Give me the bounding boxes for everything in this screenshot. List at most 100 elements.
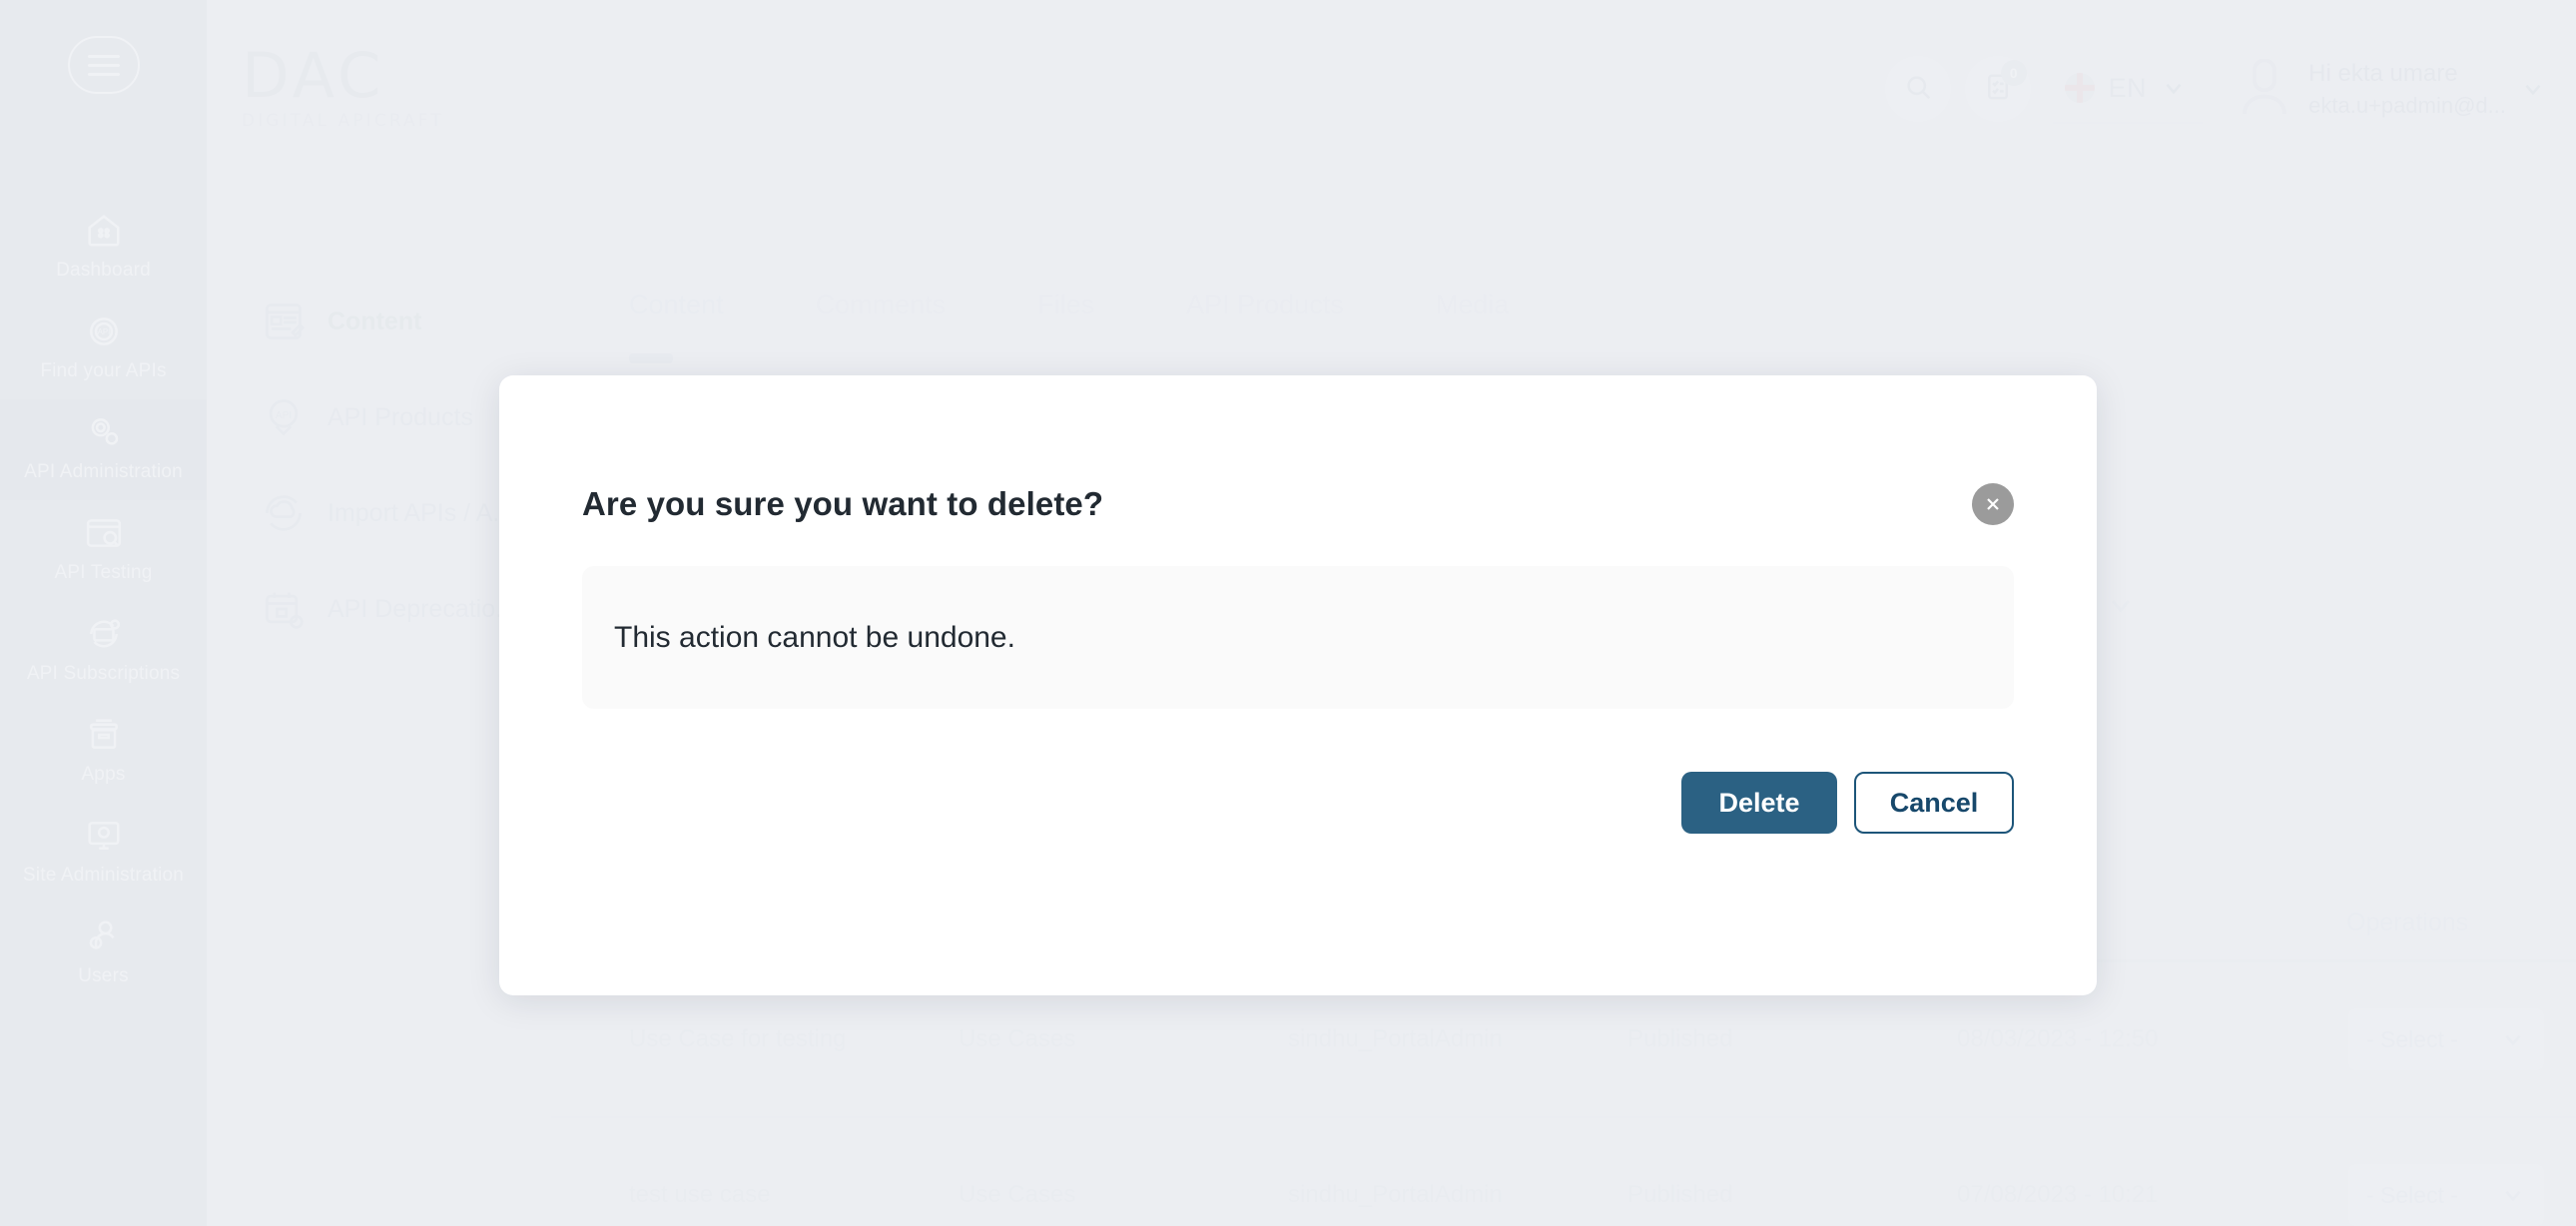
sidebar-item-api-subscriptions[interactable]: API Subscriptions — [0, 601, 207, 702]
sidebar-item-api-administration[interactable]: API Administration — [0, 399, 207, 500]
language-selector[interactable]: EN — [2052, 54, 2204, 124]
api-deprecation-calendar-icon — [262, 587, 306, 631]
cell-status: Published — [1627, 1181, 1733, 1208]
cell-author: sindhu_PortalAdmin — [1288, 1181, 1503, 1208]
api-testing-magnifier-icon — [83, 514, 125, 552]
cell-updated: 07/08/2023 - 10:21 — [1957, 1181, 2159, 1208]
dialog-message: This action cannot be undone. — [614, 620, 1015, 654]
svg-text:API: API — [97, 327, 110, 336]
row-operations-value: - Select - — [2366, 1181, 2459, 1208]
cell-operations: - Select - — [2346, 1006, 2576, 1072]
tasks-button[interactable]: 0 — [1964, 56, 2031, 122]
sidebar-item-label: Find your APIs — [40, 360, 167, 381]
api-admin-gears-icon — [83, 413, 125, 451]
tab-label: Files — [1037, 290, 1095, 319]
cell-content-type: Use Cases — [959, 1181, 1076, 1208]
brand-logo-subtitle: DIGITAL APICRAFT — [242, 111, 444, 131]
sidebar-item-api-testing[interactable]: API Testing — [0, 500, 207, 601]
close-x-icon — [1987, 498, 1999, 510]
subnav-item-label: API Deprecatio... — [327, 594, 516, 623]
hamburger-menu-icon[interactable] — [67, 36, 140, 94]
primary-sidebar: Dashboard API Find your APIs API Adminis… — [0, 0, 207, 1226]
tab-files[interactable]: Files — [991, 290, 1140, 353]
svg-text:API: API — [276, 410, 292, 421]
sidebar-item-label: API Administration — [24, 461, 183, 482]
sidebar-item-label: API Testing — [54, 562, 153, 583]
chevron-down-icon — [2111, 599, 2131, 613]
dialog-actions: Delete Cancel — [582, 772, 2014, 834]
cell-status: Published — [1627, 1025, 1733, 1052]
row-operations-select[interactable]: - Select - — [2346, 1006, 2546, 1072]
dialog-title: Are you sure you want to delete? — [582, 485, 1104, 522]
tab-label: Comments — [815, 290, 947, 319]
content-edit-icon — [262, 300, 306, 343]
sidebar-item-label: Users — [78, 965, 129, 986]
sidebar-item-dashboard[interactable]: Dashboard — [0, 198, 207, 299]
api-subscriptions-icon — [83, 615, 125, 653]
search-icon — [1903, 72, 1933, 107]
language-code: EN — [2108, 72, 2148, 103]
subnav-item-content[interactable]: Content — [228, 274, 567, 369]
dialog-header: Are you sure you want to delete? — [582, 375, 2014, 525]
subnav-item-label: API Products — [327, 402, 473, 431]
user-menu[interactable]: Hi ekta umare ekta.u+padmin@d... — [2235, 58, 2546, 119]
sidebar-item-users[interactable]: Users — [0, 904, 207, 1004]
sidebar-item-label: API Subscriptions — [26, 663, 181, 684]
app-root: Dashboard API Find your APIs API Adminis… — [0, 0, 2576, 1226]
site-admin-monitor-icon — [83, 817, 125, 855]
tab-content[interactable]: Content — [599, 290, 770, 363]
sidebar-item-label: Apps — [81, 764, 126, 785]
subnav-item-label: Content — [327, 306, 422, 335]
tab-comments[interactable]: Comments — [770, 290, 992, 353]
dialog-message-panel: This action cannot be undone. — [582, 566, 2014, 709]
chevron-down-icon — [2505, 1034, 2521, 1046]
chevron-down-icon — [2525, 84, 2541, 96]
cell-title[interactable]: Use Case for testing — [629, 1025, 959, 1053]
cancel-button[interactable]: Cancel — [1854, 772, 2014, 834]
cell-operations: - Select - — [2346, 1162, 2576, 1226]
brand-logo[interactable]: DAC DIGITAL APICRAFT — [242, 39, 471, 132]
tab-media[interactable]: Media — [1390, 290, 1556, 353]
cell-updated: 08/03/2023 - 12:50 — [1957, 1025, 2159, 1052]
tab-api-products[interactable]: API Products — [1140, 290, 1390, 353]
search-button[interactable] — [1884, 56, 1951, 122]
users-gear-icon — [83, 918, 125, 955]
header-actions: 0 EN Hi ekta umare ekta.u+padmin@d... — [1884, 54, 2546, 124]
import-apis-cloud-sync-icon — [262, 491, 306, 535]
dashboard-home-icon — [83, 212, 125, 250]
user-avatar-icon — [2235, 58, 2294, 119]
sidebar-item-find-your-apis[interactable]: API Find your APIs — [0, 299, 207, 399]
uk-flag-icon — [2064, 73, 2095, 103]
primary-sidebar-items: Dashboard API Find your APIs API Adminis… — [0, 198, 207, 1004]
user-greeting: Hi ekta umare — [2308, 59, 2458, 87]
sidebar-item-apps[interactable]: Apps — [0, 702, 207, 803]
close-button[interactable] — [1972, 483, 2014, 525]
sidebar-item-label: Dashboard — [56, 260, 151, 281]
delete-button[interactable]: Delete — [1681, 772, 1837, 834]
apps-box-icon — [83, 716, 125, 754]
tab-label: Media — [1435, 290, 1510, 319]
cell-title[interactable]: test use case — [629, 1181, 959, 1209]
cell-content-type: Use Cases — [959, 1025, 1076, 1052]
chevron-down-icon — [2505, 1190, 2521, 1202]
tab-label: API Products — [1186, 290, 1344, 319]
table-row[interactable]: test use case Use Cases sindhu_PortalAdm… — [551, 1118, 2576, 1226]
row-operations-value: - Select - — [2366, 1025, 2459, 1052]
api-gear-search-icon: API — [83, 312, 125, 350]
content-tabs: Content Comments Files API Products Medi… — [599, 290, 1556, 363]
row-operations-select[interactable]: - Select - — [2346, 1162, 2546, 1226]
column-header-operations: Operations — [2346, 909, 2469, 936]
tab-label: Content — [629, 290, 724, 319]
user-email: ekta.u+padmin@d... — [2308, 92, 2506, 118]
chevron-down-icon — [2166, 83, 2182, 95]
tasks-badge-count: 0 — [2000, 60, 2027, 86]
subnav-item-label: Import APIs / A... — [327, 498, 514, 527]
delete-confirmation-dialog: Are you sure you want to delete? This ac… — [499, 375, 2097, 995]
sidebar-item-label: Site Administration — [22, 865, 185, 886]
sidebar-item-site-administration[interactable]: Site Administration — [0, 803, 207, 904]
user-identity: Hi ekta umare ekta.u+padmin@d... — [2308, 60, 2506, 119]
cell-author: sindhu_PortalAdmin — [1288, 1025, 1503, 1052]
brand-logo-mark: DAC — [242, 39, 385, 112]
top-header: DAC DIGITAL APICRAFT 0 EN Hi ekta umare … — [207, 0, 2576, 178]
api-products-badge-icon: API — [262, 395, 306, 439]
